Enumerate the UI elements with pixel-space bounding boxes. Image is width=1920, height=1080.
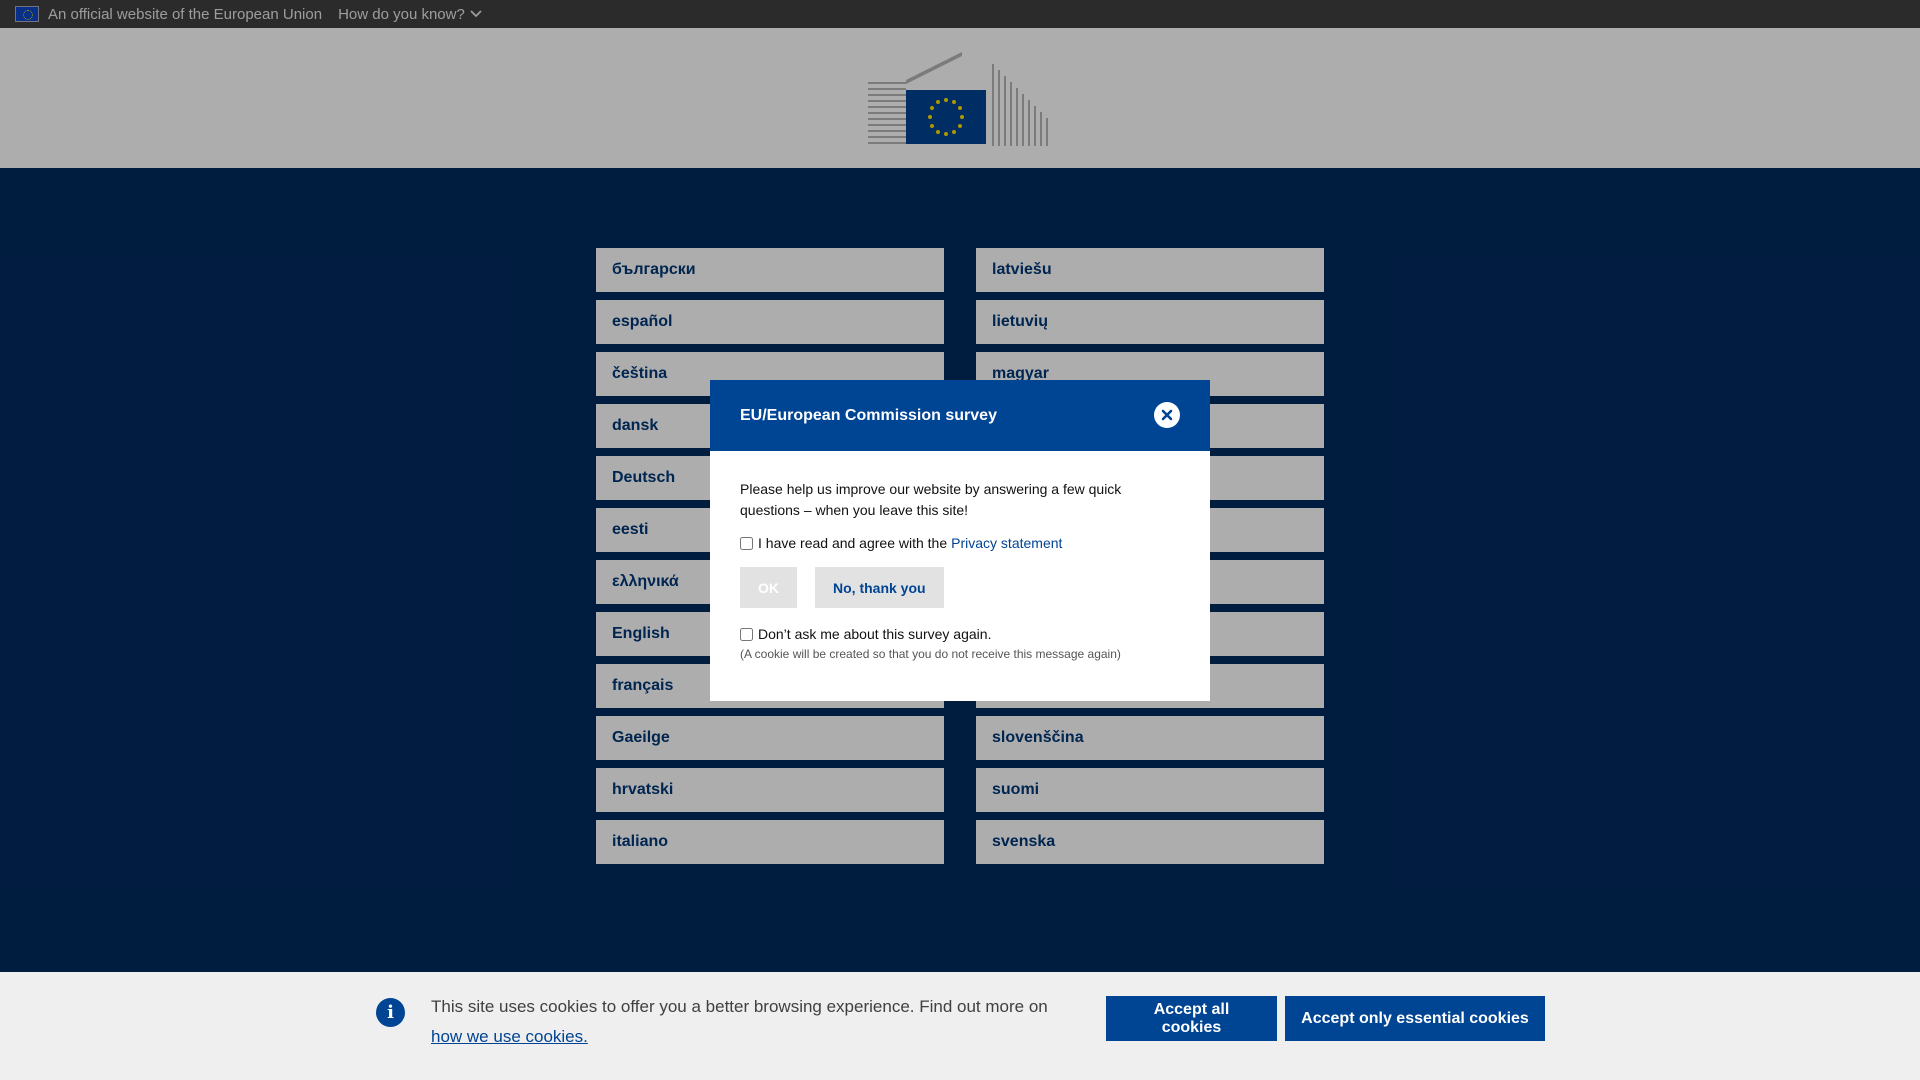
accept-essential-cookies-button[interactable]: Accept only essential cookies xyxy=(1285,996,1545,1041)
privacy-agree-row: I have read and agree with the Privacy s… xyxy=(740,535,1180,551)
cookie-message-text: This site uses cookies to offer you a be… xyxy=(431,997,1048,1016)
accept-all-cookies-button[interactable]: Accept all cookies xyxy=(1106,996,1277,1041)
privacy-agree-checkbox[interactable] xyxy=(740,536,753,550)
survey-message: Please help us improve our website by an… xyxy=(740,481,1122,518)
cookie-message: This site uses cookies to offer you a be… xyxy=(431,992,1081,1052)
privacy-statement-link[interactable]: Privacy statement xyxy=(951,535,1062,551)
dont-ask-label: Don’t ask me about this survey again. xyxy=(758,626,992,642)
info-icon: i xyxy=(376,998,405,1027)
survey-title: EU/European Commission survey xyxy=(740,406,997,424)
privacy-agree-label: I have read and agree with the xyxy=(758,535,948,551)
close-button[interactable] xyxy=(1154,402,1180,428)
ok-button[interactable]: OK xyxy=(740,567,797,608)
survey-buttons: OK No, thank you xyxy=(740,567,1180,608)
how-we-use-cookies-link[interactable]: how we use cookies. xyxy=(431,1027,588,1046)
close-icon xyxy=(1161,409,1173,421)
dont-ask-checkbox[interactable] xyxy=(740,627,753,641)
survey-dialog: EU/European Commission survey Please hel… xyxy=(710,380,1210,701)
survey-dialog-header: EU/European Commission survey xyxy=(710,380,1210,451)
survey-cookie-note: (A cookie will be created so that you do… xyxy=(740,647,1121,661)
survey-dialog-body: Please help us improve our website by an… xyxy=(710,451,1210,661)
dont-ask-row: Don’t ask me about this survey again. xyxy=(740,626,1180,642)
no-thank-you-button[interactable]: No, thank you xyxy=(815,567,944,608)
cookie-banner: i This site uses cookies to offer you a … xyxy=(0,972,1920,1080)
